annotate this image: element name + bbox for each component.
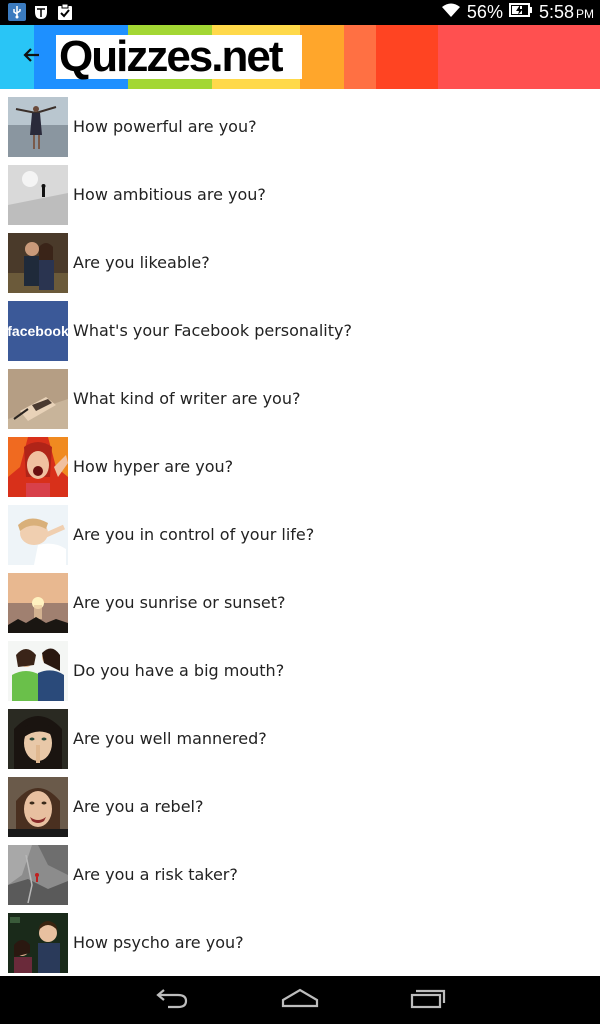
- quiz-title: How hyper are you?: [73, 457, 234, 476]
- woman-arms-outstretched-beach-thumbnail: [8, 97, 68, 157]
- quiz-title: How ambitious are you?: [73, 185, 266, 204]
- quizzes-logo: Quizzes.net: [56, 32, 302, 81]
- home-nav-icon: [281, 988, 319, 1013]
- woman-snarling-thumbnail: [8, 777, 68, 837]
- quiz-list-item[interactable]: Are you well mannered?: [0, 701, 600, 769]
- quiz-list-item[interactable]: Are you a risk taker?: [0, 837, 600, 905]
- quiz-list-item[interactable]: Are you likeable?: [0, 225, 600, 293]
- battery-charging-icon: [508, 2, 533, 23]
- quiz-title: Are you likeable?: [73, 253, 210, 272]
- action-bar: Quizzes.net: [0, 25, 600, 89]
- logo-text: Quizzes.net: [59, 32, 283, 81]
- nav-recent-apps-button[interactable]: [398, 982, 458, 1018]
- relaxed-child-thumbnail: [8, 505, 68, 565]
- quiz-list-item[interactable]: How ambitious are you?: [0, 157, 600, 225]
- quiz-title: Are you well mannered?: [73, 729, 267, 748]
- quiz-list-item[interactable]: How psycho are you?: [0, 905, 600, 973]
- facebook-logo-thumbnail: facebook: [8, 301, 68, 361]
- quiz-list: How powerful are you? How ambitious are …: [0, 89, 600, 976]
- clock: 5:58 PM: [538, 2, 594, 22]
- smiling-couple-thumbnail: [8, 233, 68, 293]
- quiz-list-item[interactable]: What kind of writer are you?: [0, 361, 600, 429]
- back-arrow-icon: [22, 45, 42, 70]
- status-bar: 56% 5:58 PM: [0, 0, 600, 25]
- woman-finger-on-lips-thumbnail: [8, 709, 68, 769]
- quiz-title: Are you in control of your life?: [73, 525, 315, 544]
- quiz-title: Are you a rebel?: [73, 797, 204, 816]
- quiz-title: How powerful are you?: [73, 117, 257, 136]
- header-stripe: [438, 25, 600, 89]
- quiz-list-item[interactable]: facebook What's your Facebook personalit…: [0, 293, 600, 361]
- quiz-list-item[interactable]: How powerful are you?: [0, 89, 600, 157]
- quiz-title: What kind of writer are you?: [73, 389, 301, 408]
- quiz-list-item[interactable]: Are you in control of your life?: [0, 497, 600, 565]
- quiz-title: Are you sunrise or sunset?: [73, 593, 286, 612]
- facebook-logo-text: facebook: [8, 323, 68, 339]
- quiz-list-item[interactable]: Do you have a big mouth?: [0, 633, 600, 701]
- nav-back-button[interactable]: [142, 982, 202, 1018]
- back-button[interactable]: [14, 39, 50, 75]
- quiz-list-item[interactable]: Are you sunrise or sunset?: [0, 565, 600, 633]
- quiz-title: How psycho are you?: [73, 933, 244, 952]
- usb-icon: [8, 3, 26, 21]
- quiz-title: What's your Facebook personality?: [73, 321, 352, 340]
- screaming-woman-fire-thumbnail: [8, 437, 68, 497]
- header-stripe: [300, 25, 344, 89]
- hand-writing-thumbnail: [8, 369, 68, 429]
- climber-on-rock-thumbnail: [8, 845, 68, 905]
- climber-in-snow-thumbnail: [8, 165, 68, 225]
- quiz-list-item[interactable]: How hyper are you?: [0, 429, 600, 497]
- navigation-bar: [0, 976, 600, 1024]
- people-at-party-thumbnail: [8, 913, 68, 973]
- nav-home-button[interactable]: [270, 982, 330, 1018]
- header-stripe: [344, 25, 376, 89]
- clipboard-check-icon: [56, 3, 74, 21]
- girls-whispering-thumbnail: [8, 641, 68, 701]
- quiz-title: Are you a risk taker?: [73, 865, 238, 884]
- wifi-icon: [441, 2, 461, 23]
- back-nav-icon: [154, 987, 190, 1014]
- quiz-list-item[interactable]: Are you a rebel?: [0, 769, 600, 837]
- recent-apps-icon: [410, 987, 446, 1014]
- battery-percent: 56%: [466, 2, 503, 22]
- quiz-title: Do you have a big mouth?: [73, 661, 285, 680]
- bug-icon: [32, 3, 50, 21]
- sunset-over-water-thumbnail: [8, 573, 68, 633]
- header-stripe: [376, 25, 438, 89]
